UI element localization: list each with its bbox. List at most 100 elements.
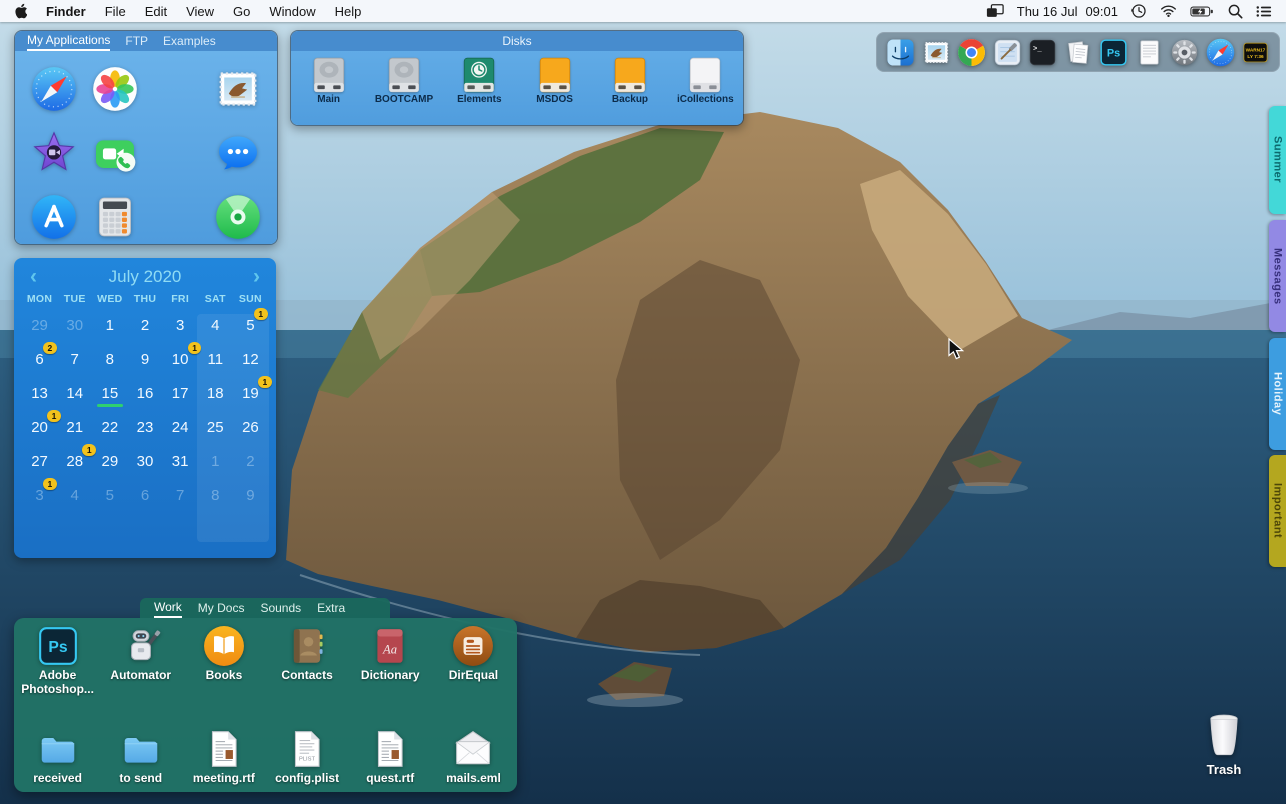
calendar-day[interactable]: 30 <box>57 308 92 342</box>
dock-safari[interactable] <box>1206 38 1235 67</box>
calendar-day[interactable]: 7 <box>57 342 92 376</box>
dock-textedit[interactable] <box>1135 38 1164 67</box>
app-find-my[interactable] <box>208 187 270 245</box>
calendar-day[interactable]: 191 <box>233 376 268 410</box>
file-books[interactable]: Books <box>182 625 265 721</box>
calendar-day[interactable]: 15 <box>92 376 127 410</box>
files-tab-work[interactable]: Work <box>154 598 182 618</box>
calendar-day[interactable]: 31 <box>22 478 57 512</box>
app-photos[interactable] <box>85 59 147 119</box>
calendar-day[interactable]: 17 <box>163 376 198 410</box>
file-contacts[interactable]: Contacts <box>266 625 349 721</box>
file-automator[interactable]: Automator <box>99 625 182 721</box>
calendar-day[interactable]: 29 <box>22 308 57 342</box>
file-config-plist[interactable]: PLISTconfig.plist <box>266 728 349 802</box>
disk-icollections[interactable]: iCollections <box>671 56 739 105</box>
side-tab-holiday[interactable]: Holiday <box>1269 338 1286 450</box>
calendar-day[interactable]: 11 <box>198 342 233 376</box>
dock-finder[interactable] <box>886 38 915 67</box>
calendar-day[interactable]: 8 <box>92 342 127 376</box>
calendar-day[interactable]: 8 <box>198 478 233 512</box>
calendar-day[interactable]: 22 <box>92 410 127 444</box>
app-mail[interactable] <box>208 59 270 119</box>
menu-item-finder[interactable]: Finder <box>46 4 86 19</box>
calendar-day[interactable]: 30 <box>127 444 162 478</box>
calendar-day[interactable]: 31 <box>163 444 198 478</box>
calendar-day[interactable]: 101 <box>163 342 198 376</box>
calendar-day[interactable]: 1 <box>92 308 127 342</box>
disk-main[interactable]: Main <box>295 56 363 105</box>
dock-mail[interactable] <box>922 38 951 67</box>
calendar-day[interactable]: 2 <box>233 444 268 478</box>
displays-icon[interactable] <box>986 3 1004 19</box>
calendar-day[interactable]: 201 <box>22 410 57 444</box>
wifi-icon[interactable] <box>1160 4 1177 18</box>
files-tab-sounds[interactable]: Sounds <box>260 599 301 617</box>
calendar-day[interactable]: 281 <box>57 444 92 478</box>
dock-warning-badge[interactable]: WARN17LY 7:36 <box>1241 38 1270 67</box>
calendar-day[interactable]: 7 <box>163 478 198 512</box>
dock-preview[interactable] <box>1064 38 1093 67</box>
file-direqual[interactable]: DirEqual <box>432 625 515 721</box>
dock-chrome[interactable] <box>957 38 986 67</box>
apple-menu-icon[interactable] <box>14 3 27 19</box>
calendar-day[interactable]: 23 <box>127 410 162 444</box>
files-tab-my-docs[interactable]: My Docs <box>198 599 245 617</box>
menu-clock[interactable]: Thu 16 Jul 09:01 <box>1017 4 1118 19</box>
calendar-day[interactable]: 5 <box>92 478 127 512</box>
calendar-day[interactable]: 1 <box>198 444 233 478</box>
calendar-day[interactable]: 27 <box>22 444 57 478</box>
calendar-day[interactable]: 25 <box>198 410 233 444</box>
file-meeting-rtf[interactable]: meeting.rtf <box>182 728 265 802</box>
menu-item-go[interactable]: Go <box>233 4 250 19</box>
disk-backup[interactable]: Backup <box>596 56 664 105</box>
calendar-day[interactable]: 6 <box>127 478 162 512</box>
trash[interactable]: Trash <box>1194 710 1254 777</box>
calendar-day[interactable]: 14 <box>57 376 92 410</box>
time-machine-icon[interactable] <box>1131 3 1147 19</box>
dock-photoshop[interactable]: Ps <box>1099 38 1128 67</box>
menu-item-edit[interactable]: Edit <box>145 4 167 19</box>
app-imovie[interactable] <box>23 123 85 183</box>
disk-bootcamp[interactable]: BOOTCAMP <box>370 56 438 105</box>
tab-my-applications[interactable]: My Applications <box>27 31 110 51</box>
side-tab-important[interactable]: Important <box>1269 455 1286 567</box>
calendar-day[interactable]: 21 <box>57 410 92 444</box>
calendar-day[interactable]: 9 <box>233 478 268 512</box>
dock-system-preferences[interactable] <box>1170 38 1199 67</box>
calendar-day[interactable]: 29 <box>92 444 127 478</box>
app-app-store[interactable] <box>23 187 85 245</box>
calendar-day[interactable]: 26 <box>233 410 268 444</box>
calendar-day[interactable]: 9 <box>127 342 162 376</box>
app-safari[interactable] <box>23 59 85 119</box>
menu-item-file[interactable]: File <box>105 4 126 19</box>
dock-terminal[interactable]: >_ <box>1028 38 1057 67</box>
file-to-send[interactable]: to send <box>99 728 182 802</box>
search-icon[interactable] <box>1228 4 1243 19</box>
disk-elements[interactable]: Elements <box>445 56 513 105</box>
file-dictionary[interactable]: AaDictionary <box>349 625 432 721</box>
side-tab-summer[interactable]: Summer <box>1269 106 1286 214</box>
app-facetime[interactable] <box>85 123 147 183</box>
calendar-day[interactable]: 18 <box>198 376 233 410</box>
file-quest-rtf[interactable]: quest.rtf <box>349 728 432 802</box>
battery-charging-icon[interactable] <box>1190 5 1215 18</box>
list-icon[interactable] <box>1256 5 1272 18</box>
calendar-prev-button[interactable]: ‹ <box>30 268 37 286</box>
menu-item-view[interactable]: View <box>186 4 214 19</box>
calendar-day[interactable]: 12 <box>233 342 268 376</box>
menu-item-window[interactable]: Window <box>269 4 315 19</box>
calendar-day[interactable]: 4 <box>57 478 92 512</box>
tab-examples[interactable]: Examples <box>163 32 216 50</box>
disk-msdos[interactable]: MSDOS <box>521 56 589 105</box>
menu-item-help[interactable]: Help <box>335 4 362 19</box>
calendar-day[interactable]: 24 <box>163 410 198 444</box>
app-messages[interactable] <box>208 123 270 183</box>
tab-ftp[interactable]: FTP <box>125 32 148 50</box>
file-adobe-photoshop[interactable]: PsAdobe Photoshop... <box>16 625 99 721</box>
calendar-day[interactable]: 51 <box>233 308 268 342</box>
file-mails-eml[interactable]: mails.eml <box>432 728 515 802</box>
side-tab-messages[interactable]: Messages <box>1269 220 1286 332</box>
calendar-day[interactable]: 16 <box>127 376 162 410</box>
dock-xcode[interactable] <box>993 38 1022 67</box>
